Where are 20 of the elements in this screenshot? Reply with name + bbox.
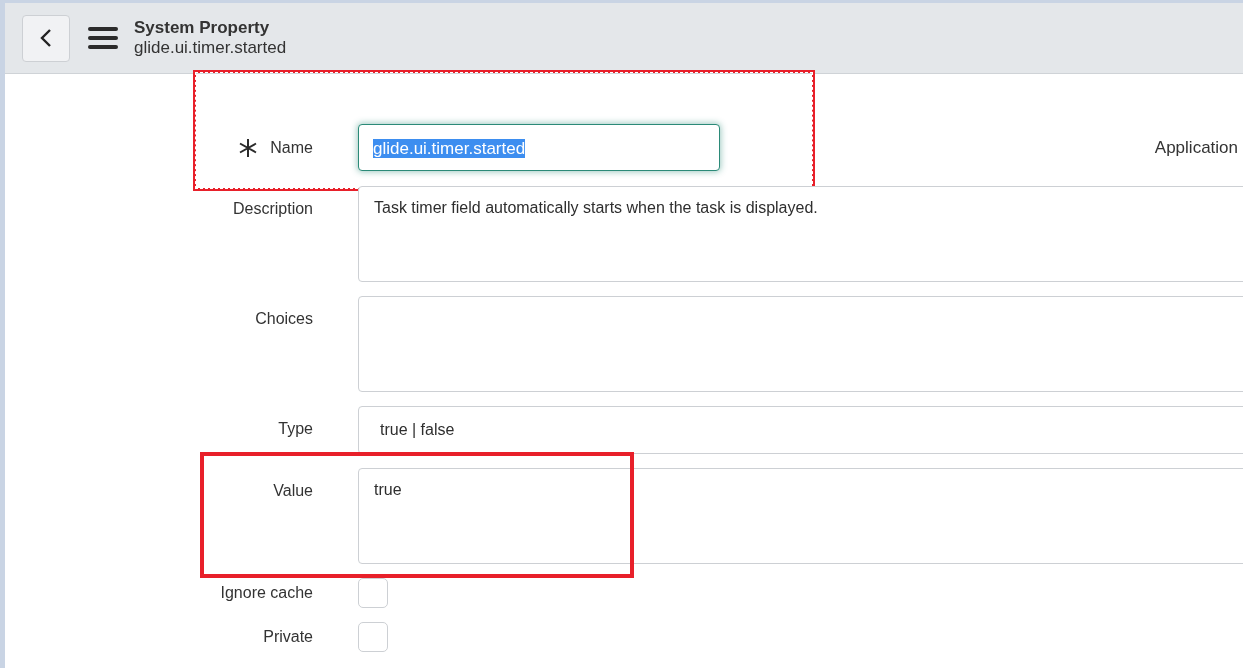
field-label: Type: [278, 420, 313, 438]
field-label: Name: [270, 139, 313, 157]
page-title: System Property: [134, 18, 271, 38]
selected-text: glide.ui.timer.started: [373, 139, 526, 158]
field-label: Ignore cache: [220, 584, 313, 602]
checkbox[interactable]: [358, 622, 388, 652]
field-label: Private: [263, 628, 313, 646]
back-button[interactable]: [22, 14, 70, 62]
chevron-left-icon: [40, 28, 52, 48]
field-label: Description: [232, 200, 313, 218]
menu-icon[interactable]: [88, 27, 118, 49]
record-name: glide.ui.timer.started: [134, 38, 287, 58]
field-label: Application: [1154, 137, 1239, 158]
field-label: Choices: [255, 310, 313, 328]
checkbox[interactable]: [358, 578, 388, 608]
text-area[interactable]: Task timer field automatically starts when the task is displayed.: [358, 186, 1243, 282]
text-area[interactable]: true: [358, 468, 1243, 564]
type-select[interactable]: true | false: [358, 406, 1243, 454]
text-area[interactable]: [358, 296, 1243, 392]
field-label: Value: [273, 482, 313, 500]
